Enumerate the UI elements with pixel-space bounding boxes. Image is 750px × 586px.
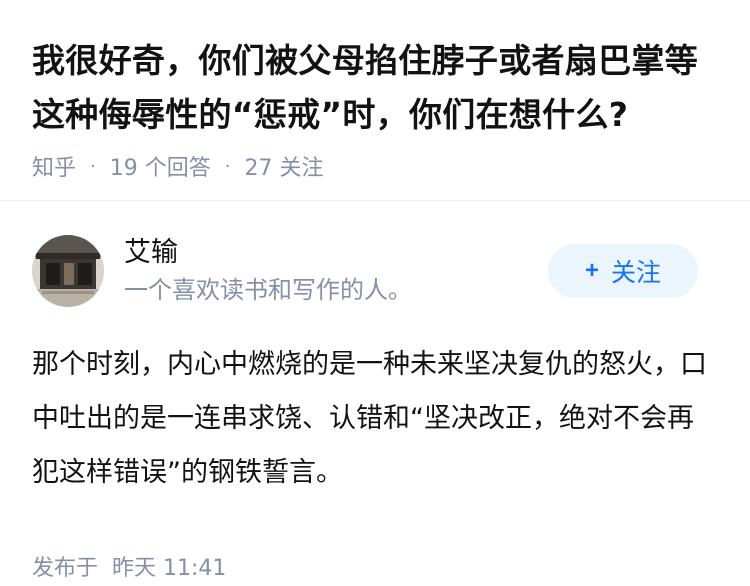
author-bio: 一个喜欢读书和写作的人。 — [124, 276, 412, 304]
answer-card: 艾输 一个喜欢读书和写作的人。 + 关注 那个时刻，内心中燃烧的是一种未来坚决复… — [32, 230, 718, 582]
plus-icon: + — [584, 257, 599, 284]
follow-button-label: 关注 — [611, 259, 662, 287]
source-label[interactable]: 知乎 — [32, 150, 76, 182]
follow-count: 27 关注 — [244, 156, 324, 181]
answers-count[interactable]: 19 个回答 — [110, 150, 211, 182]
separator-dot: · — [90, 155, 96, 177]
published-time-value: 昨天 11:41 — [112, 556, 227, 581]
question-header: 我很好奇，你们被父母掐住脖子或者扇巴掌等这种侮辱性的“惩戒”时，你们在想什么? … — [0, 0, 750, 181]
answer-content[interactable]: 那个时刻，内心中燃烧的是一种未来坚决复仇的怒火，口中吐出的是一连串求饶、认错和“… — [32, 338, 712, 500]
avatar-image-icon — [32, 235, 104, 307]
avatar[interactable] — [32, 235, 104, 307]
follow-button[interactable]: + 关注 — [548, 244, 698, 298]
question-meta: 知乎 · 19 个回答 · 27 关注 — [32, 150, 718, 182]
author-row: 艾输 一个喜欢读书和写作的人。 + 关注 — [32, 230, 718, 312]
author-name[interactable]: 艾输 — [124, 235, 412, 271]
section-divider — [0, 200, 750, 201]
published-time: 发布于 昨天 11:41 — [32, 550, 718, 582]
question-title[interactable]: 我很好奇，你们被父母掐住脖子或者扇巴掌等这种侮辱性的“惩戒”时，你们在想什么? — [32, 34, 718, 142]
published-prefix: 发布于 — [32, 556, 99, 581]
author-info: 艾输 一个喜欢读书和写作的人。 — [124, 235, 412, 307]
separator-dot: · — [224, 155, 231, 177]
